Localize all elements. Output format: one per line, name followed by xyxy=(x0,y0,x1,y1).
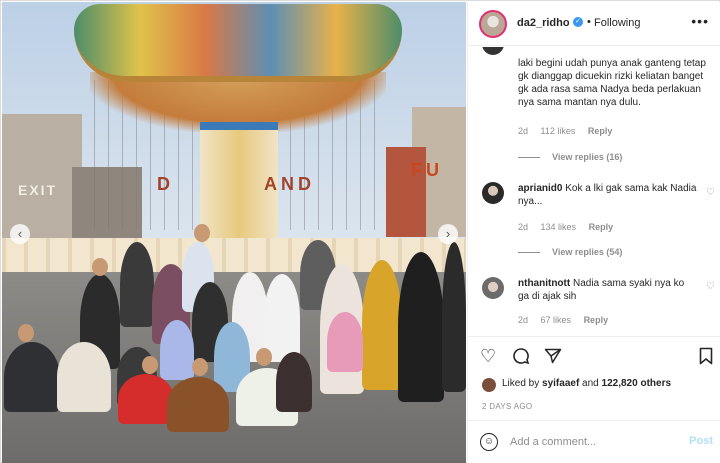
post-side-panel: da2_ridho ✓ • Following ••• laki begini … xyxy=(467,2,720,463)
post-actions-bar: ♡ xyxy=(468,336,720,376)
comment-body: aprianid0 Kok a lki gak sama kak Nadia n… xyxy=(518,182,698,208)
comment-username[interactable]: nthanitnott xyxy=(518,278,570,289)
photo-person xyxy=(167,377,229,432)
post-header: da2_ridho ✓ • Following ••• xyxy=(468,2,720,46)
likes-others-count[interactable]: 122,820 others xyxy=(602,378,672,389)
photo-person xyxy=(442,242,466,392)
post-timestamp[interactable]: 2 DAYS AGO xyxy=(482,402,532,411)
next-photo-button[interactable]: › xyxy=(438,224,458,244)
comment-username[interactable]: aprianid0 xyxy=(518,183,562,194)
photo-person xyxy=(120,242,154,327)
send-icon[interactable] xyxy=(544,347,562,368)
photo-person xyxy=(276,352,312,412)
comment-age: 2d xyxy=(518,126,529,136)
comment-avatar[interactable] xyxy=(482,47,504,55)
verified-badge-icon: ✓ xyxy=(573,17,583,27)
photo-person-head xyxy=(192,358,208,376)
photo-person xyxy=(398,252,444,402)
likes-summary: Liked by syifaaef and 122,820 others xyxy=(502,378,671,389)
header-separator: • xyxy=(587,16,591,28)
view-replies-label: View replies (16) xyxy=(552,152,623,162)
comment-likes[interactable]: 112 likes xyxy=(541,126,576,136)
comments-list[interactable]: laki begini udah punya anak ganteng teta… xyxy=(468,47,720,335)
view-replies-line xyxy=(518,157,540,159)
comment-age: 2d xyxy=(518,222,529,232)
post-comment-button[interactable]: Post xyxy=(689,435,713,447)
comment-likes[interactable]: 67 likes xyxy=(541,315,572,325)
photo-person xyxy=(327,312,363,372)
view-replies-button[interactable]: View replies (54) xyxy=(518,247,622,257)
photo-person-head xyxy=(18,324,34,342)
photo-person xyxy=(264,274,300,362)
comment-reply-button[interactable]: Reply xyxy=(584,315,609,325)
photo-person xyxy=(4,342,60,412)
photo-fun-sign: FU xyxy=(411,160,443,180)
comment-body: nthanitnott Nadia sama syaki nya ko ga d… xyxy=(518,277,698,303)
author-username[interactable]: da2_ridho xyxy=(517,17,570,29)
comment-likes[interactable]: 134 likes xyxy=(541,222,577,232)
author-avatar[interactable] xyxy=(479,10,507,38)
view-replies-button[interactable]: View replies (16) xyxy=(518,152,622,162)
bookmark-icon[interactable] xyxy=(699,347,713,368)
photo-person xyxy=(160,320,194,380)
comment-like-heart-icon[interactable]: ♡ xyxy=(706,187,715,198)
photo-person xyxy=(362,260,402,390)
previous-photo-button[interactable]: ‹ xyxy=(10,224,30,244)
comment-meta: 2d 134 likes Reply xyxy=(518,222,623,232)
photo-person-head xyxy=(92,258,108,276)
smiley-icon[interactable]: ☺ xyxy=(480,433,498,451)
likes-and: and xyxy=(579,378,602,389)
comment-meta: 2d 67 likes Reply xyxy=(518,315,618,325)
photo-land-sign-d: D xyxy=(157,174,174,194)
heart-icon[interactable]: ♡ xyxy=(480,347,496,365)
view-replies-label: View replies (54) xyxy=(552,247,623,257)
photo-person-head xyxy=(142,356,158,374)
comment-text: laki begini udah punya anak ganteng teta… xyxy=(518,58,706,108)
comment-avatar[interactable] xyxy=(482,277,504,299)
photo-person xyxy=(57,342,111,412)
liker-username[interactable]: syifaaef xyxy=(542,378,579,389)
more-options-icon[interactable]: ••• xyxy=(691,13,709,29)
comment-age: 2d xyxy=(518,315,529,325)
likes-prefix: Liked by xyxy=(502,378,543,389)
photo-swing-canopy xyxy=(74,4,402,82)
photo-exit-sign: EXIT xyxy=(18,182,58,198)
post-photo[interactable]: EXIT D AND FU ‹ › xyxy=(2,2,466,463)
photo-person xyxy=(118,374,174,424)
comment-input[interactable] xyxy=(510,432,680,452)
photo-land-sign-word: AND xyxy=(264,174,316,194)
photo-person-head xyxy=(194,224,210,242)
comment-avatar[interactable] xyxy=(482,182,504,204)
liker-avatar[interactable] xyxy=(482,378,496,392)
view-replies-line xyxy=(518,252,540,254)
comment-like-heart-icon[interactable]: ♡ xyxy=(706,281,715,292)
photo-person-head xyxy=(256,348,272,366)
following-button[interactable]: Following xyxy=(594,17,640,29)
comment-meta: 2d 112 likes Reply xyxy=(518,126,622,136)
comment-icon[interactable] xyxy=(512,347,530,368)
add-comment-bar: ☺ Post xyxy=(468,420,720,463)
comment-reply-button[interactable]: Reply xyxy=(588,126,613,136)
photo-land-sign: D AND xyxy=(157,174,315,195)
comment-reply-button[interactable]: Reply xyxy=(589,222,614,232)
instagram-post-frame: EXIT D AND FU ‹ › da2_ridho ✓ • Followin… xyxy=(0,0,720,463)
